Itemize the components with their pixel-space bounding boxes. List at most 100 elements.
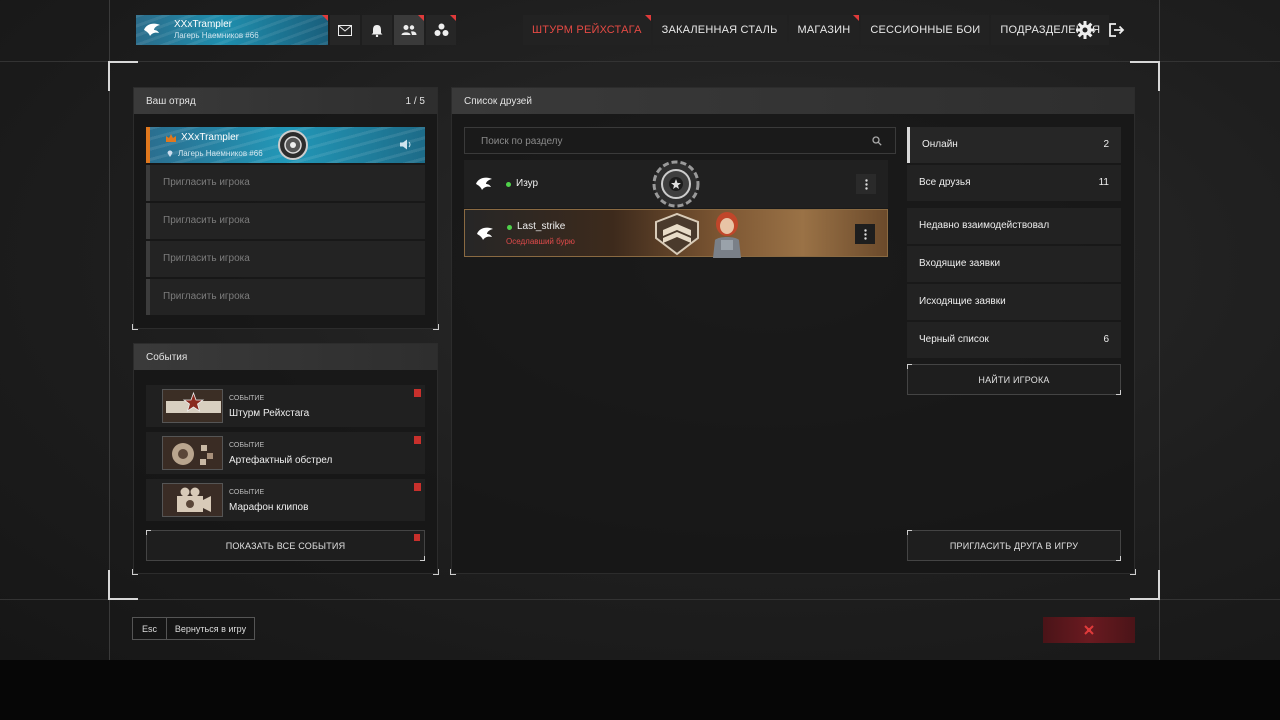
button-corner	[907, 364, 912, 369]
alert-icon	[414, 389, 421, 397]
filter-count: 2	[1103, 139, 1109, 150]
invite-slot-label: Пригласить игрока	[163, 291, 250, 302]
squad-title: Ваш отряд	[146, 96, 196, 107]
footer-divider	[0, 599, 1280, 600]
filter-label: Черный список	[919, 334, 989, 345]
invite-slot[interactable]: Пригласить игрока	[146, 165, 425, 201]
friend-name: Изур	[516, 178, 539, 189]
settings-button[interactable]	[1070, 15, 1100, 45]
filter-blacklist[interactable]: Черный список 6	[907, 322, 1121, 358]
friend-menu-button[interactable]	[855, 224, 875, 244]
squad-button[interactable]	[426, 15, 456, 45]
invite-slot[interactable]: Пригласить игрока	[146, 279, 425, 315]
eagle-icon	[144, 23, 160, 36]
event-item[interactable]: СОБЫТИЕ Марафон клипов	[146, 479, 425, 521]
event-thumbnail	[162, 483, 223, 517]
speaker-icon	[400, 139, 411, 150]
event-tag: СОБЫТИЕ	[229, 395, 265, 402]
notifications-button[interactable]	[362, 15, 392, 45]
invite-slot-label: Пригласить игрока	[163, 253, 250, 264]
panel-corner	[433, 324, 439, 330]
friend-row[interactable]: Last_strike Оседлавший бурю	[464, 209, 888, 258]
panel-corner	[1130, 569, 1136, 575]
friend-name: Last_strike	[517, 221, 566, 232]
player-name: XXxTrampler	[174, 19, 232, 30]
friend-menu-button[interactable]	[856, 174, 876, 194]
rank-chevron-icon	[655, 212, 699, 256]
close-icon	[1084, 625, 1094, 635]
friend-row[interactable]: Изур	[464, 160, 888, 208]
mail-button[interactable]	[330, 15, 360, 45]
player-card[interactable]: XXxTrampler Лагерь Наемников #66	[136, 15, 328, 45]
friends-panel-header: Список друзей	[452, 88, 1134, 114]
squad-panel-header: Ваш отряд 1 / 5	[134, 88, 437, 114]
esc-key-hint: Esc	[132, 617, 167, 640]
show-all-events-label: ПОКАЗАТЬ ВСЕ СОБЫТИЯ	[225, 540, 346, 551]
eagle-icon	[476, 177, 492, 190]
main-nav: ШТУРМ РЕЙХСТАГА ЗАКАЛЕННАЯ СТАЛЬ МАГАЗИН…	[523, 15, 1111, 45]
star-banner-icon	[166, 391, 221, 413]
event-tag: СОБЫТИЕ	[229, 489, 265, 496]
alert-icon	[414, 436, 421, 444]
event-tag: СОБЫТИЕ	[229, 442, 265, 449]
filter-label: Недавно взаимодействовал	[919, 220, 1050, 231]
exit-button[interactable]	[1102, 15, 1132, 45]
event-thumbnail	[162, 389, 223, 423]
online-status-dot	[507, 225, 512, 230]
filter-online[interactable]: Онлайн 2	[907, 127, 1121, 163]
invite-slot-label: Пригласить игрока	[163, 215, 250, 226]
filter-outgoing[interactable]: Исходящие заявки	[907, 284, 1121, 320]
events-panel-header: События	[134, 344, 437, 370]
close-button[interactable]	[1043, 617, 1135, 643]
event-title: Марафон клипов	[229, 502, 309, 513]
nav-shop[interactable]: МАГАЗИН	[788, 15, 860, 45]
filter-recent[interactable]: Недавно взаимодействовал	[907, 208, 1121, 244]
friend-status: Оседлавший бурю	[506, 237, 575, 246]
filter-label: Исходящие заявки	[919, 296, 1006, 307]
panel-corner	[132, 569, 138, 575]
back-to-game-label: Вернуться в игру	[174, 623, 247, 634]
invite-slot-label: Пригласить игрока	[163, 177, 250, 188]
event-item[interactable]: СОБЫТИЕ Артефактный обстрел	[146, 432, 425, 474]
gear-icon	[1076, 21, 1094, 39]
filter-count: 6	[1103, 334, 1109, 345]
find-player-label: НАЙТИ ИГРОКА	[978, 374, 1050, 385]
player-card-pattern	[136, 15, 328, 45]
alert-icon	[414, 534, 420, 541]
event-thumbnail	[162, 436, 223, 470]
nav-reichstag[interactable]: ШТУРМ РЕЙХСТАГА	[523, 15, 651, 45]
filter-all-friends[interactable]: Все друзья 11	[907, 165, 1121, 201]
squad-count: 1 / 5	[405, 96, 425, 107]
nav-session-battles[interactable]: СЕССИОННЫЕ БОИ	[861, 15, 990, 45]
invite-slot[interactable]: Пригласить игрока	[146, 203, 425, 239]
squad-icon	[434, 23, 448, 36]
bell-icon	[371, 24, 383, 37]
search-icon[interactable]	[872, 136, 882, 146]
invite-slot[interactable]: Пригласить игрока	[146, 241, 425, 277]
squad-leader-card[interactable]: XXxTrampler Лагерь Наемников #66	[146, 127, 425, 163]
friends-button[interactable]	[394, 15, 424, 45]
filter-count: 11	[1098, 177, 1109, 188]
filter-label: Входящие заявки	[919, 258, 1001, 269]
filter-label: Онлайн	[922, 139, 958, 150]
filter-incoming[interactable]: Входящие заявки	[907, 246, 1121, 282]
button-corner	[1116, 556, 1121, 561]
invite-friend-button[interactable]: ПРИГЛАСИТЬ ДРУГА В ИГРУ	[907, 530, 1121, 561]
nav-label: МАГАЗИН	[797, 24, 851, 36]
filter-label: Все друзья	[919, 177, 971, 188]
online-status-dot	[506, 182, 511, 187]
soldier-portrait-icon	[713, 212, 741, 258]
event-item[interactable]: СОБЫТИЕ Штурм Рейхстага	[146, 385, 425, 427]
nav-hardened-steel[interactable]: ЗАКАЛЕННАЯ СТАЛЬ	[652, 15, 787, 45]
find-player-button[interactable]: НАЙТИ ИГРОКА	[907, 364, 1121, 395]
nav-label: СЕССИОННЫЕ БОИ	[870, 24, 981, 36]
panel-corner	[450, 569, 456, 575]
search-input[interactable]	[481, 134, 861, 148]
friends-title: Список друзей	[464, 96, 532, 107]
back-to-game-button[interactable]: Вернуться в игру	[166, 617, 255, 640]
button-corner	[907, 530, 912, 535]
bottom-black-bar	[0, 660, 1280, 720]
show-all-events-button[interactable]: ПОКАЗАТЬ ВСЕ СОБЫТИЯ	[146, 530, 425, 561]
alert-icon	[414, 483, 421, 491]
panel-corner	[433, 569, 439, 575]
